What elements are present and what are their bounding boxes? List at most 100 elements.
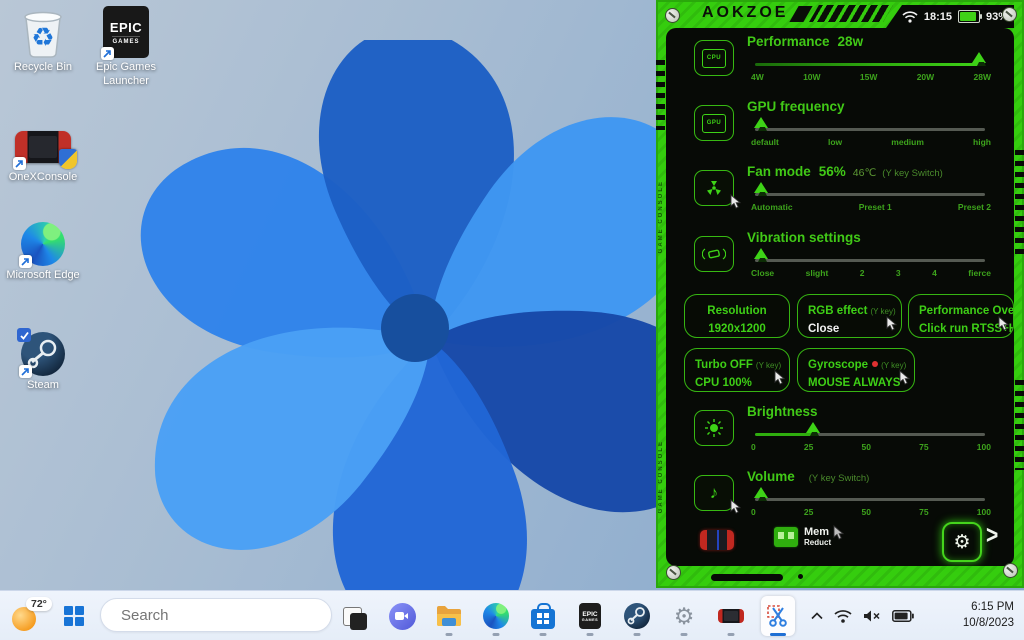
epic-games-icon: EPIC GAMES [579,603,601,629]
taskbar-weather-widget[interactable]: 72° [10,601,50,633]
desktop-icon-epic-games[interactable]: EPIC GAMES Epic Games Launcher [86,6,166,89]
microsoft-store-button[interactable] [526,596,560,636]
wifi-icon[interactable] [834,609,852,623]
system-tray [811,591,914,640]
cpu-icon: CPU [694,40,734,76]
edge-button[interactable] [479,596,513,636]
taskbar-clock[interactable]: 6:15 PM 10/8/2023 [963,591,1014,640]
slider-marker[interactable] [754,182,768,193]
turbo-button[interactable]: Turbo OFF(Y key) CPU 100% [684,348,790,392]
performance-slider[interactable] [755,63,985,66]
desktop-icon-recycle-bin[interactable]: ♻ Recycle Bin [3,6,83,75]
performance-value: 28w [838,34,864,49]
steam-button[interactable] [620,596,654,636]
edge-icon [21,222,65,266]
running-indicator [493,633,500,636]
desktop-icon-microsoft-edge[interactable]: Microsoft Edge [3,222,83,283]
music-note-icon[interactable]: ♪ [694,475,734,511]
vibration-slider[interactable] [755,259,985,262]
aokzoe-logo: AOKZOE [702,4,788,22]
brightness-ticks: 0255075100 [751,442,991,452]
performance-title: Performance28w [747,34,863,49]
gyroscope-status-dot [872,361,878,367]
hand-cursor-icon [898,370,911,390]
onexconsole-button[interactable] [714,596,748,636]
taskbar-apps: EPIC GAMES ⚙ [338,596,795,636]
status-time: 18:15 [924,11,952,23]
resolution-button[interactable]: Resolution 1920x1200 [684,294,790,338]
vibration-title: Vibration settings [747,230,861,245]
epic-icon-subtext: GAMES [112,36,139,45]
handheld-console-icon[interactable] [700,530,734,550]
performance-section: CPU Performance28w 4W10W15W20W28W [656,34,1024,92]
gpu-frequency-slider[interactable] [755,128,985,131]
clock-time: 6:15 PM [963,600,1014,616]
active-indicator [770,633,786,636]
brightness-slider[interactable] [755,433,985,436]
running-indicator [587,633,594,636]
volume-title: Volume(Y key Switch) [747,469,869,484]
gpu-frequency-title: GPU frequency [747,99,845,114]
task-view-button[interactable] [338,596,372,636]
chevron-up-icon[interactable] [811,612,823,620]
aokzoe-overlay-panel: AOKZOE 18:15 93% GAME CONSOLE GAME CONSO… [656,0,1024,588]
search-input[interactable] [119,606,322,625]
mem-reduct-button[interactable]: Mem Reduct [774,527,831,547]
store-icon [531,609,555,629]
desktop-icon-label: Microsoft Edge [6,269,79,283]
battery-icon[interactable] [892,610,914,622]
hand-cursor-icon [729,499,742,519]
status-bar: 18:15 93% [886,5,1014,28]
settings-button[interactable]: ⚙ [667,596,701,636]
shortcut-arrow-icon [19,365,32,378]
slider-marker[interactable] [972,52,986,63]
fan-mode-ticks: AutomaticPreset 1Preset 2 [751,202,991,212]
desktop-icon-label: Recycle Bin [14,61,72,75]
gyroscope-button[interactable]: Gyroscope(Y key) MOUSE ALWAYS [797,348,915,392]
desktop-icon-steam[interactable]: Steam [3,332,83,393]
slider-marker[interactable] [754,487,768,498]
file-explorer-button[interactable] [432,596,466,636]
gpu-frequency-ticks: defaultlowmediumhigh [751,137,991,147]
chat-button[interactable] [385,596,419,636]
snipping-tool-button[interactable] [761,596,795,636]
volume-slider[interactable] [755,498,985,501]
frame-slot-decoration [711,574,783,581]
gpu-frequency-section: GPU GPU frequency defaultlowmediumhigh [656,99,1024,157]
folder-icon [436,605,462,627]
taskbar: 72° [0,590,1024,640]
fan-mode-slider[interactable] [755,193,985,196]
epic-games-button[interactable]: EPIC GAMES [573,596,607,636]
steam-icon [21,332,65,376]
chat-icon [389,603,416,630]
chevron-stripes-decoration [809,5,893,22]
slider-marker[interactable] [754,117,768,128]
running-indicator [728,633,735,636]
desktop-icon-label: OneXConsole [9,171,78,185]
taskbar-search[interactable] [100,598,332,632]
frame-dot-decoration [798,574,803,579]
rgb-effect-button[interactable]: RGB effect(Y key) Close [797,294,902,338]
svg-text:♻: ♻ [31,22,54,52]
gpu-icon: GPU [694,105,734,141]
hand-cursor-icon [773,370,786,390]
next-page-arrow[interactable]: > [986,521,998,551]
desktop-icon-label: Steam [27,379,59,393]
hand-cursor-icon [997,316,1010,336]
slider-marker[interactable] [806,422,820,433]
slider-marker[interactable] [754,248,768,259]
epic-games-icon: EPIC GAMES [103,6,149,58]
ram-chip-icon [774,527,798,547]
desktop-icon-onexconsole[interactable]: OneXConsole [3,126,83,185]
overlay-settings-button[interactable]: ⚙ [942,522,982,562]
performance-ticks: 4W10W15W20W28W [751,72,991,82]
wifi-icon [902,11,918,23]
start-button[interactable] [64,606,84,626]
performance-overlay-button[interactable]: Performance Overl Click run RTSS+HWiN [908,294,1014,338]
volume-ticks: 0255075100 [751,507,991,517]
volume-muted-icon[interactable] [863,609,881,623]
epic-icon-text: EPIC [110,20,142,35]
hand-cursor-icon [729,194,742,214]
edge-icon [483,603,509,629]
fan-icon[interactable] [694,170,734,206]
